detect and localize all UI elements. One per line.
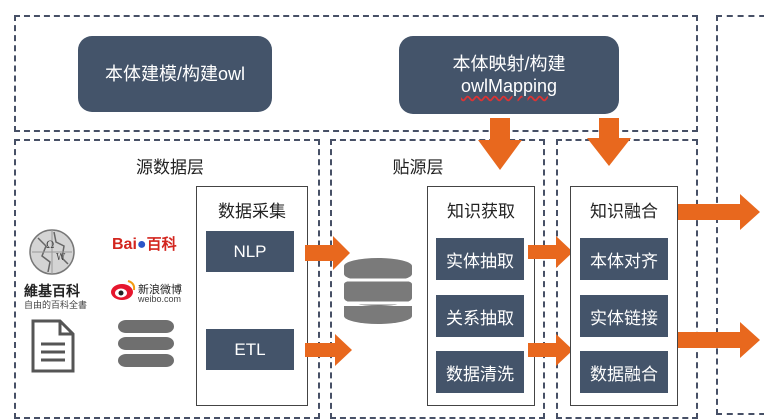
etl-box: ETL xyxy=(206,329,294,370)
data-cleaning-label: 数据清洗 xyxy=(446,364,514,384)
wikipedia-globe-icon: Ω W xyxy=(29,229,75,275)
etl-label: ETL xyxy=(234,339,266,359)
knowledge-fusion-title: 知识融合 xyxy=(590,202,658,221)
down-arrow-staging xyxy=(478,118,522,170)
staging-database-icon xyxy=(344,258,412,324)
right-arrow-etl xyxy=(305,334,352,366)
entity-extraction-label: 实体抽取 xyxy=(446,251,514,271)
baidu-prefix: Bai xyxy=(112,236,137,253)
staging-layer-title: 贴源层 xyxy=(378,153,458,178)
source-database-icon xyxy=(118,320,174,367)
relation-extraction-box: 关系抽取 xyxy=(436,295,524,337)
ontology-modeling-box: 本体建模/构建owl xyxy=(78,36,272,112)
baidu-paw-icon: ● xyxy=(136,236,147,253)
entity-linking-label: 实体链接 xyxy=(590,308,658,328)
wiki-tagline: 自由的百科全書 xyxy=(24,301,88,311)
right-arrow-entity xyxy=(528,236,573,268)
knowledge-extraction-title: 知识获取 xyxy=(447,202,515,221)
entity-linking-box: 实体链接 xyxy=(580,295,668,337)
data-fusion-label: 数据融合 xyxy=(590,364,658,384)
right-arrow-cleaning xyxy=(528,334,573,366)
data-collection-title: 数据采集 xyxy=(218,202,286,221)
baidu-suffix: 百科 xyxy=(146,236,177,253)
source-layer-title: 源数据层 xyxy=(120,153,220,178)
right-arrow-out-top xyxy=(678,194,760,230)
svg-text:W: W xyxy=(56,253,66,263)
svg-text:Ω: Ω xyxy=(46,240,54,251)
weibo-url: weibo.com xyxy=(138,294,182,304)
nlp-box: NLP xyxy=(206,231,294,272)
data-cleaning-box: 数据清洗 xyxy=(436,351,524,393)
relation-extraction-label: 关系抽取 xyxy=(446,308,514,328)
right-arrow-out-bottom xyxy=(678,322,760,358)
ontology-modeling-label: 本体建模/构建owl xyxy=(104,64,245,84)
ontology-mapping-box: 本体映射/构建 owlMapping xyxy=(399,36,619,114)
data-fusion-box: 数据融合 xyxy=(580,351,668,393)
nlp-label: NLP xyxy=(233,241,267,261)
owl-mapping-label: owlMapping xyxy=(460,76,558,96)
document-icon xyxy=(31,319,75,373)
ontology-alignment-box: 本体对齐 xyxy=(580,238,668,280)
weibo-eye-icon xyxy=(111,280,136,300)
entity-extraction-box: 实体抽取 xyxy=(436,238,524,280)
down-arrow-fusion xyxy=(587,118,631,166)
ontology-alignment-label: 本体对齐 xyxy=(590,251,658,271)
ontology-mapping-label: 本体映射/构建 xyxy=(452,54,566,74)
baidu-logo: Bai●百科 xyxy=(112,233,177,254)
